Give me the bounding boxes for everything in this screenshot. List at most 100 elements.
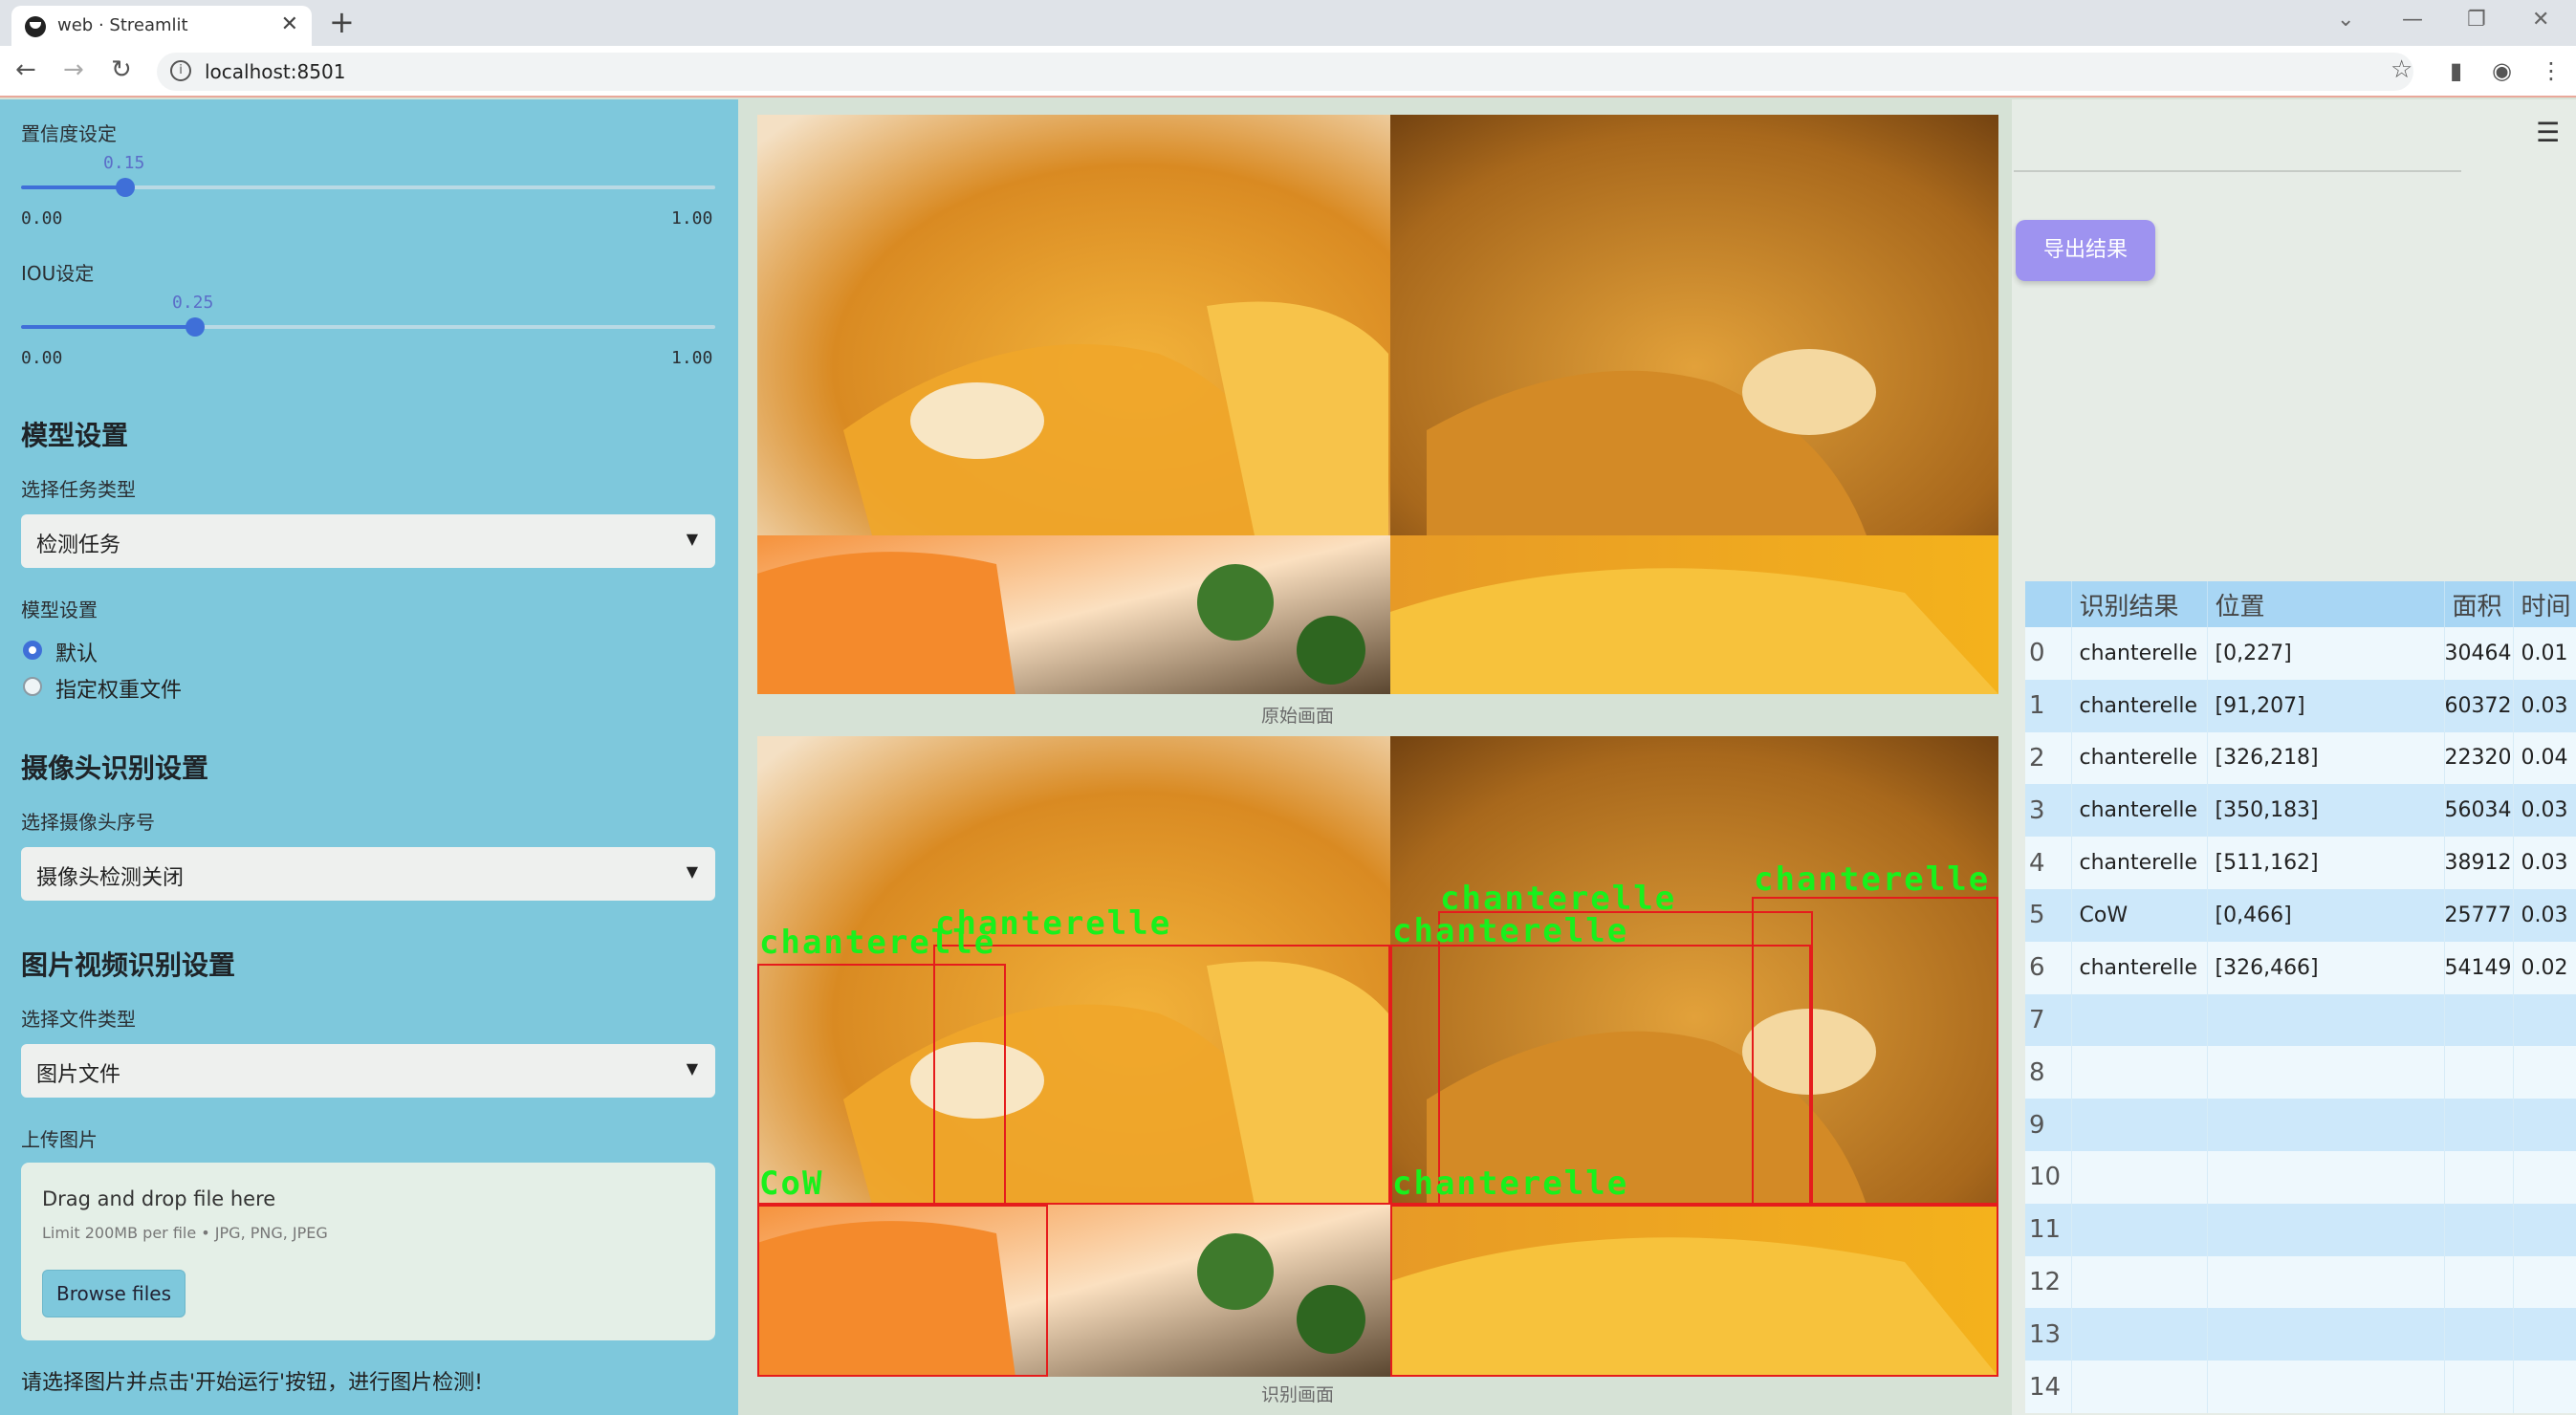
bookmark-star-icon[interactable]: ☆ <box>2390 55 2412 84</box>
column-header-position[interactable]: 位置 <box>2207 581 2445 627</box>
profile-icon[interactable]: ◉ <box>2492 57 2512 84</box>
row-result: chanterelle <box>2071 679 2208 732</box>
row-result <box>2071 1099 2208 1151</box>
column-header-area[interactable]: 面积 <box>2444 581 2514 627</box>
browser-menu-icon[interactable]: ⋮ <box>2540 57 2563 84</box>
radio-default-label[interactable]: 默认 <box>55 637 98 667</box>
site-info-icon[interactable]: i <box>170 60 191 81</box>
table-row[interactable]: 9 <box>2025 1099 2576 1151</box>
row-area <box>2444 993 2514 1047</box>
row-time: 0.03 <box>2513 784 2576 838</box>
radio-default[interactable] <box>23 641 42 660</box>
row-area <box>2444 1255 2514 1309</box>
tab-search-icon[interactable]: ⌄ <box>2337 8 2354 32</box>
camera-index-label: 选择摄像头序号 <box>21 811 155 834</box>
detection-label: chanterelle <box>1754 860 1991 899</box>
row-area: 22320 <box>2444 731 2514 785</box>
table-row[interactable]: 14 <box>2025 1361 2576 1413</box>
address-bar[interactable]: i localhost:8501 <box>157 53 2413 91</box>
row-position: [91,207] <box>2207 679 2445 732</box>
table-row[interactable]: 11 <box>2025 1203 2576 1256</box>
row-area <box>2444 1150 2514 1204</box>
table-row[interactable]: 12 <box>2025 1255 2576 1309</box>
instruction-text: 请选择图片并点击'开始运行'按钮，进行图片检测! <box>21 1371 483 1395</box>
row-result <box>2071 1046 2208 1099</box>
forward-icon[interactable]: → <box>63 55 84 84</box>
export-results-button[interactable]: 导出结果 <box>2016 220 2155 281</box>
close-window-icon[interactable]: ✕ <box>2532 8 2549 32</box>
row-index: 4 <box>2025 837 2072 889</box>
close-tab-icon[interactable]: ✕ <box>281 12 298 36</box>
browser-tab[interactable]: web · Streamlit ✕ <box>11 6 312 46</box>
table-row[interactable]: 8 <box>2025 1046 2576 1099</box>
table-row[interactable]: 13 <box>2025 1308 2576 1361</box>
iou-slider[interactable] <box>21 317 715 337</box>
side-panel-icon[interactable]: ▮ <box>2450 57 2462 84</box>
row-area: 30464 <box>2444 627 2514 680</box>
new-tab-icon[interactable]: + <box>329 4 355 40</box>
row-position: [350,183] <box>2207 784 2445 838</box>
row-index: 8 <box>2025 1046 2072 1099</box>
row-position <box>2207 993 2445 1047</box>
table-row[interactable]: 6 chanterelle [326,466] 54149 0.02 <box>2025 941 2576 994</box>
table-row[interactable]: 10 <box>2025 1150 2576 1204</box>
detection-label: chanterelle <box>1392 912 1629 950</box>
results-table: 识别结果 位置 面积 时间 0 chanterelle [0,227] 30464 0.… <box>2025 581 2576 1413</box>
results-table-body: 0 chanterelle [0,227] 30464 0.01 1 chanterelle… <box>2025 627 2576 1413</box>
radio-custom-weights-label[interactable]: 指定权重文件 <box>55 673 182 704</box>
row-result: chanterelle <box>2071 837 2208 889</box>
table-row[interactable]: 0 chanterelle [0,227] 30464 0.01 <box>2025 627 2576 680</box>
hamburger-menu-icon[interactable]: ☰ <box>2536 117 2560 148</box>
row-index: 5 <box>2025 888 2072 942</box>
file-type-select[interactable]: 图片文件 ▼ <box>21 1044 715 1098</box>
row-time <box>2513 1099 2576 1151</box>
row-result <box>2071 1361 2208 1413</box>
task-type-label: 选择任务类型 <box>21 478 136 501</box>
row-time: 0.03 <box>2513 679 2576 732</box>
table-row[interactable]: 3 chanterelle [350,183] 56034 0.03 <box>2025 784 2576 838</box>
table-row[interactable]: 1 chanterelle [91,207] 60372 0.03 <box>2025 679 2576 732</box>
row-time: 0.02 <box>2513 941 2576 994</box>
table-header-row: 识别结果 位置 面积 时间 <box>2025 581 2576 627</box>
model-label: 模型设置 <box>21 599 98 621</box>
row-time <box>2513 993 2576 1047</box>
minimize-icon[interactable]: — <box>2402 8 2423 32</box>
browse-files-button[interactable]: Browse files <box>42 1270 186 1317</box>
row-index: 10 <box>2025 1150 2072 1204</box>
model-settings-heading: 模型设置 <box>21 420 129 451</box>
row-area <box>2444 1046 2514 1099</box>
table-row[interactable]: 7 <box>2025 993 2576 1047</box>
iou-value: 0.25 <box>172 293 214 313</box>
confidence-slider[interactable] <box>21 178 715 197</box>
camera-select[interactable]: 摄像头检测关闭 ▼ <box>21 847 715 901</box>
row-time: 0.01 <box>2513 627 2576 680</box>
reload-icon[interactable]: ↻ <box>111 55 132 84</box>
table-row[interactable]: 4 chanterelle [511,162] 38912 0.03 <box>2025 837 2576 889</box>
row-result <box>2071 1255 2208 1309</box>
detection-label: chanterelle <box>1440 880 1677 918</box>
confidence-slider-thumb[interactable] <box>115 178 135 197</box>
row-position <box>2207 1255 2445 1309</box>
column-header-index[interactable] <box>2025 581 2072 627</box>
row-result: chanterelle <box>2071 731 2208 785</box>
row-area: 56034 <box>2444 784 2514 838</box>
chevron-down-icon: ▼ <box>686 862 698 881</box>
row-result: chanterelle <box>2071 941 2208 994</box>
detection-box <box>1752 897 1998 1205</box>
column-header-result[interactable]: 识别结果 <box>2071 581 2208 627</box>
column-header-time[interactable]: 时间 <box>2513 581 2576 627</box>
table-row[interactable]: 2 chanterelle [326,218] 22320 0.04 <box>2025 731 2576 785</box>
radio-custom-weights[interactable] <box>23 677 42 696</box>
back-icon[interactable]: ← <box>15 55 36 84</box>
task-type-select[interactable]: 检测任务 ▼ <box>21 514 715 568</box>
row-index: 9 <box>2025 1099 2072 1151</box>
iou-slider-thumb[interactable] <box>185 317 205 337</box>
restore-icon[interactable]: ❐ <box>2467 8 2486 32</box>
row-result: chanterelle <box>2071 784 2208 838</box>
row-index: 3 <box>2025 784 2072 838</box>
tab-title: web · Streamlit <box>57 15 188 35</box>
detected-caption: 识别画面 <box>1260 1384 1334 1405</box>
table-row[interactable]: 5 CoW [0,466] 25777 0.03 <box>2025 888 2576 942</box>
file-dropzone[interactable]: Drag and drop file here Limit 200MB per … <box>21 1163 715 1340</box>
row-position <box>2207 1099 2445 1151</box>
